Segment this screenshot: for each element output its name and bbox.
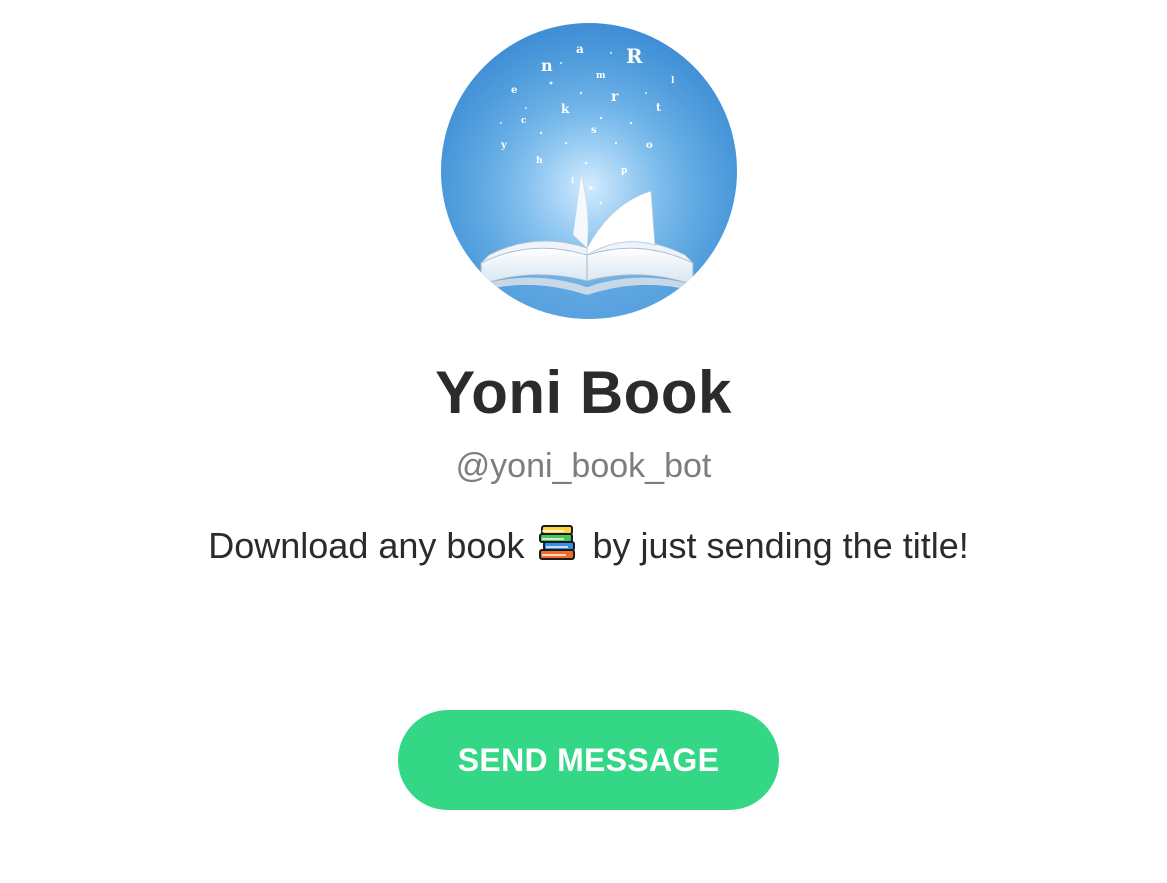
books-icon (539, 525, 576, 560)
svg-text:m: m (596, 71, 606, 81)
send-message-button[interactable]: SEND MESSAGE (398, 710, 779, 810)
bot-name: Yoni Book (435, 359, 732, 426)
svg-text:e: e (511, 85, 517, 96)
bot-profile-page: R n a r e t k s y o h p i c l m Yoni Boo… (0, 0, 1167, 883)
svg-text:h: h (536, 156, 543, 166)
svg-text:o: o (646, 140, 653, 151)
open-book-icon: R n a r e t k s y o h p i c l m (441, 23, 737, 319)
svg-text:s: s (591, 125, 597, 136)
svg-text:r: r (611, 89, 619, 105)
svg-text:l: l (671, 76, 675, 86)
svg-text:c: c (521, 116, 527, 126)
bot-username: @yoni_book_bot (455, 447, 712, 485)
svg-text:n: n (541, 56, 553, 75)
svg-text:p: p (621, 166, 627, 176)
avatar: R n a r e t k s y o h p i c l m (441, 23, 737, 319)
svg-text:i: i (571, 175, 574, 185)
bot-description: Download any book by just sending the ti… (200, 516, 977, 576)
svg-text:R: R (626, 44, 643, 68)
description-text-end: by just sending the title! (592, 525, 969, 566)
svg-text:a: a (576, 42, 584, 56)
svg-text:k: k (561, 102, 570, 116)
svg-text:y: y (500, 140, 508, 151)
description-text-start: Download any book (208, 525, 525, 566)
